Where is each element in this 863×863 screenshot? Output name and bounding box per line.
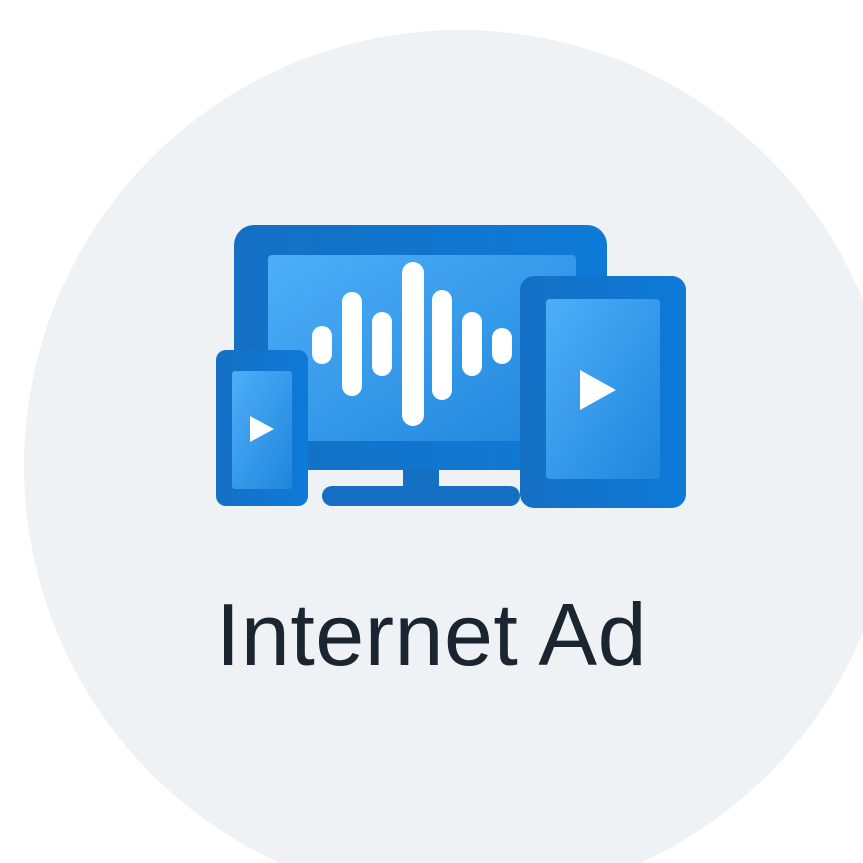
phone-icon: [216, 350, 308, 506]
tile-label: Internet Ad: [215, 585, 648, 684]
tablet-icon: [520, 276, 686, 508]
multi-device-media-icon: [216, 225, 686, 508]
tile[interactable]: Internet Ad: [0, 0, 863, 863]
